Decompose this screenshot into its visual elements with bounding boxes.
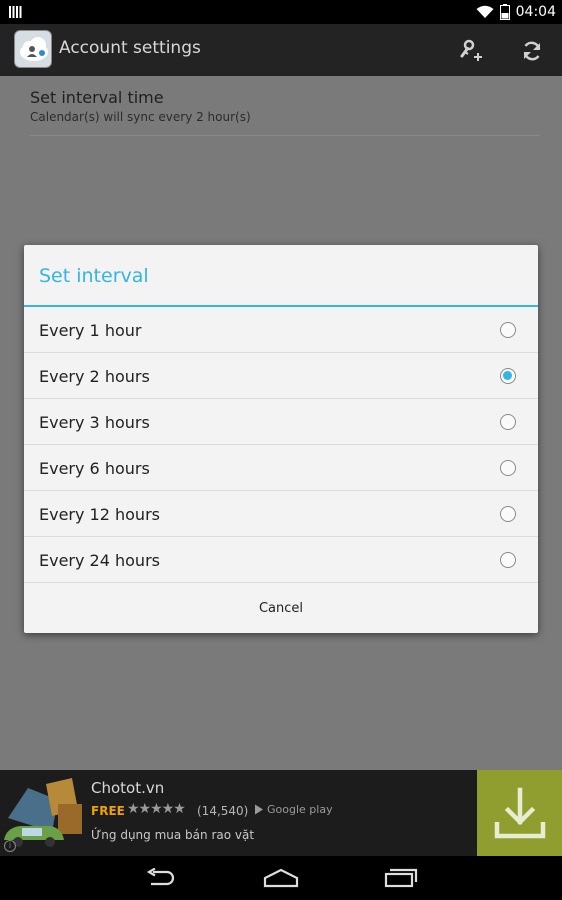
interval-option[interactable]: Every 6 hours: [24, 445, 538, 491]
store-name: Google play: [267, 803, 333, 816]
interval-option[interactable]: Every 1 hour: [24, 307, 538, 353]
wifi-icon: [476, 5, 494, 18]
home-icon: [263, 868, 299, 888]
info-icon[interactable]: i: [4, 840, 16, 852]
interval-option[interactable]: Every 12 hours: [24, 491, 538, 537]
interval-preference[interactable]: Set interval time Calendar(s) will sync …: [30, 88, 540, 136]
ad-download-button[interactable]: [477, 770, 562, 856]
option-label: Every 2 hours: [39, 367, 150, 386]
radio-button[interactable]: [500, 552, 516, 568]
back-icon: [146, 868, 175, 886]
notification-icon: [9, 6, 22, 18]
ad-banner[interactable]: i Chotot.vn FREE ★★★★★ (14,540) Google p…: [0, 770, 562, 856]
play-store-icon: [255, 804, 263, 815]
sync-button[interactable]: [515, 34, 549, 68]
action-bar: Account settings: [0, 24, 562, 76]
clock: 04:04: [515, 4, 556, 20]
back-button[interactable]: [141, 864, 181, 892]
cancel-button[interactable]: Cancel: [24, 583, 538, 633]
option-label: Every 12 hours: [39, 505, 160, 524]
sync-icon: [523, 41, 541, 61]
interval-option[interactable]: Every 2 hours: [24, 353, 538, 399]
option-label: Every 3 hours: [39, 413, 150, 432]
add-account-button[interactable]: [455, 34, 489, 68]
option-label: Every 24 hours: [39, 551, 160, 570]
action-bar-title: Account settings: [59, 38, 201, 58]
radio-button[interactable]: [500, 414, 516, 430]
radio-button[interactable]: [500, 460, 516, 476]
recents-button[interactable]: [381, 864, 421, 892]
option-label: Every 1 hour: [39, 321, 142, 340]
status-bar: 04:04: [0, 0, 562, 24]
interval-option[interactable]: Every 3 hours: [24, 399, 538, 445]
add-account-icon: [460, 39, 482, 61]
interval-option[interactable]: Every 24 hours: [24, 537, 538, 583]
dialog-title: Set interval: [39, 265, 149, 287]
recents-icon: [384, 868, 418, 888]
radio-button-checked[interactable]: [500, 368, 516, 384]
radio-button[interactable]: [500, 506, 516, 522]
preference-summary: Calendar(s) will sync every 2 hour(s): [30, 110, 251, 124]
ad-title: Chotot.vn: [91, 779, 165, 797]
navigation-bar: [0, 856, 562, 900]
interval-options-list: Every 1 hour Every 2 hours Every 3 hours…: [24, 307, 538, 583]
home-button[interactable]: [261, 864, 301, 892]
ad-price: FREE: [91, 804, 125, 818]
app-logo-icon[interactable]: [14, 30, 52, 68]
rating-stars: ★★★★★: [127, 801, 186, 817]
download-icon: [494, 787, 545, 839]
preference-title: Set interval time: [30, 88, 164, 107]
radio-button[interactable]: [500, 322, 516, 338]
google-play-badge: Google play: [254, 803, 333, 816]
set-interval-dialog: Set interval Every 1 hour Every 2 hours …: [24, 245, 538, 633]
ad-description: Ứng dụng mua bán rao vặt: [91, 828, 255, 842]
option-label: Every 6 hours: [39, 459, 150, 478]
rating-count: (14,540): [197, 804, 249, 818]
battery-icon: [499, 4, 510, 20]
